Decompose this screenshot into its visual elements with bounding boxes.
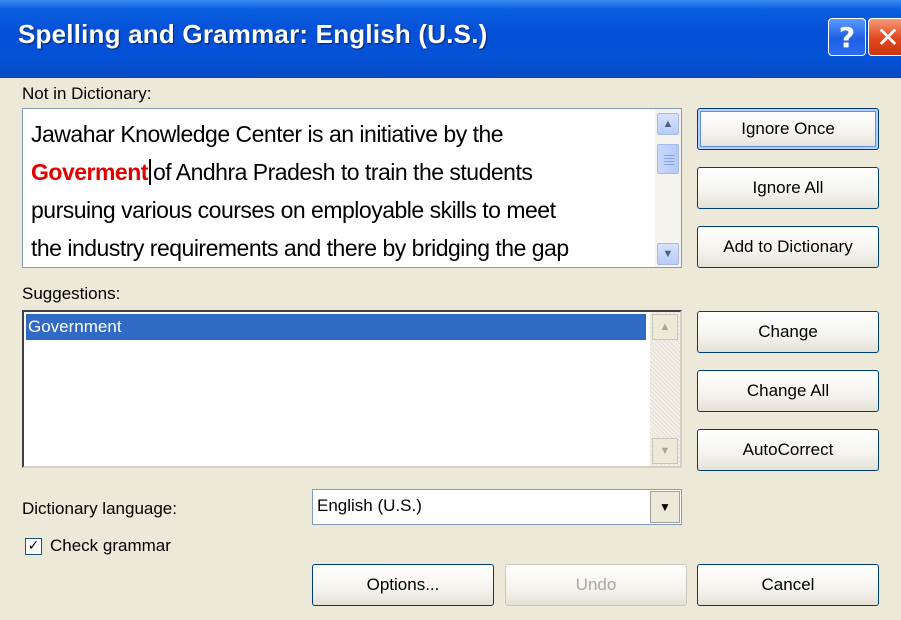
- ignore-all-label: Ignore All: [752, 178, 824, 197]
- ignore-once-label: Ignore Once: [741, 119, 835, 138]
- suggestions-scrollbar[interactable]: ▲ ▼: [650, 312, 680, 466]
- suggestion-item[interactable]: Government: [26, 314, 646, 340]
- suggestions-list[interactable]: Government ▲ ▼: [22, 310, 682, 468]
- not-in-dictionary-textbox[interactable]: Jawahar Knowledge Center is an initiativ…: [22, 108, 682, 268]
- dropdown-button[interactable]: ▼: [650, 491, 680, 523]
- misspelled-word: Goverment: [31, 159, 148, 185]
- suggestions-scroll-down[interactable]: ▼: [652, 438, 678, 464]
- check-icon: ✓: [27, 538, 40, 554]
- text-caret: [148, 159, 151, 185]
- help-button[interactable]: ?: [828, 18, 866, 56]
- scroll-thumb[interactable]: [657, 144, 679, 174]
- autocorrect-button[interactable]: AutoCorrect: [697, 429, 879, 471]
- check-grammar-label[interactable]: Check grammar: [50, 536, 171, 556]
- window-title: Spelling and Grammar: English (U.S.): [18, 19, 488, 49]
- dictionary-language-label: Dictionary language:: [22, 499, 177, 518]
- chevron-down-icon: ▼: [662, 248, 674, 260]
- textbox-scrollbar[interactable]: ▲ ▼: [655, 109, 681, 267]
- dictionary-language-select[interactable]: English (U.S.) ▼: [312, 489, 682, 525]
- add-to-dictionary-button[interactable]: Add to Dictionary: [697, 226, 879, 268]
- undo-button: Undo: [505, 564, 687, 606]
- change-button[interactable]: Change: [697, 311, 879, 353]
- check-grammar-checkbox[interactable]: ✓: [25, 538, 42, 555]
- cancel-label: Cancel: [761, 575, 815, 594]
- ignore-all-button[interactable]: Ignore All: [697, 167, 879, 209]
- close-icon: ✕: [876, 20, 900, 54]
- scroll-up-button[interactable]: ▲: [657, 113, 679, 135]
- title-bar[interactable]: Spelling and Grammar: English (U.S.) ? ✕: [0, 0, 901, 78]
- options-label: Options...: [366, 575, 440, 594]
- scroll-down-button[interactable]: ▼: [657, 243, 679, 265]
- change-label: Change: [758, 322, 818, 341]
- sentence-line-2-text: of Andhra Pradesh to train the students: [152, 159, 533, 185]
- chevron-up-icon: ▲: [659, 321, 671, 333]
- close-button[interactable]: ✕: [868, 18, 901, 56]
- autocorrect-label: AutoCorrect: [742, 440, 834, 459]
- suggestions-label: Suggestions:: [22, 284, 121, 303]
- chevron-down-icon: ▼: [659, 500, 671, 514]
- change-all-label: Change All: [746, 381, 830, 400]
- not-in-dictionary-label: Not in Dictionary:: [22, 84, 152, 103]
- sentence-line-2: Goverment of Andhra Pradesh to train the …: [31, 153, 651, 191]
- help-icon: ?: [838, 20, 856, 54]
- chevron-up-icon: ▲: [662, 118, 674, 130]
- ignore-once-button[interactable]: Ignore Once: [697, 108, 879, 150]
- options-button[interactable]: Options...: [312, 564, 494, 606]
- chevron-down-icon: ▼: [659, 445, 671, 457]
- undo-label: Undo: [575, 575, 617, 594]
- change-all-button[interactable]: Change All: [697, 370, 879, 412]
- dictionary-language-value: English (U.S.): [317, 496, 422, 515]
- suggestions-scroll-up[interactable]: ▲: [652, 314, 678, 340]
- sentence-line-1: Jawahar Knowledge Center is an initiativ…: [31, 121, 504, 147]
- sentence-line-3: pursuing various courses on employable s…: [31, 197, 556, 223]
- cancel-button[interactable]: Cancel: [697, 564, 879, 606]
- add-to-dictionary-label: Add to Dictionary: [723, 237, 853, 256]
- sentence-line-4: the industry requirements and there by b…: [31, 235, 569, 261]
